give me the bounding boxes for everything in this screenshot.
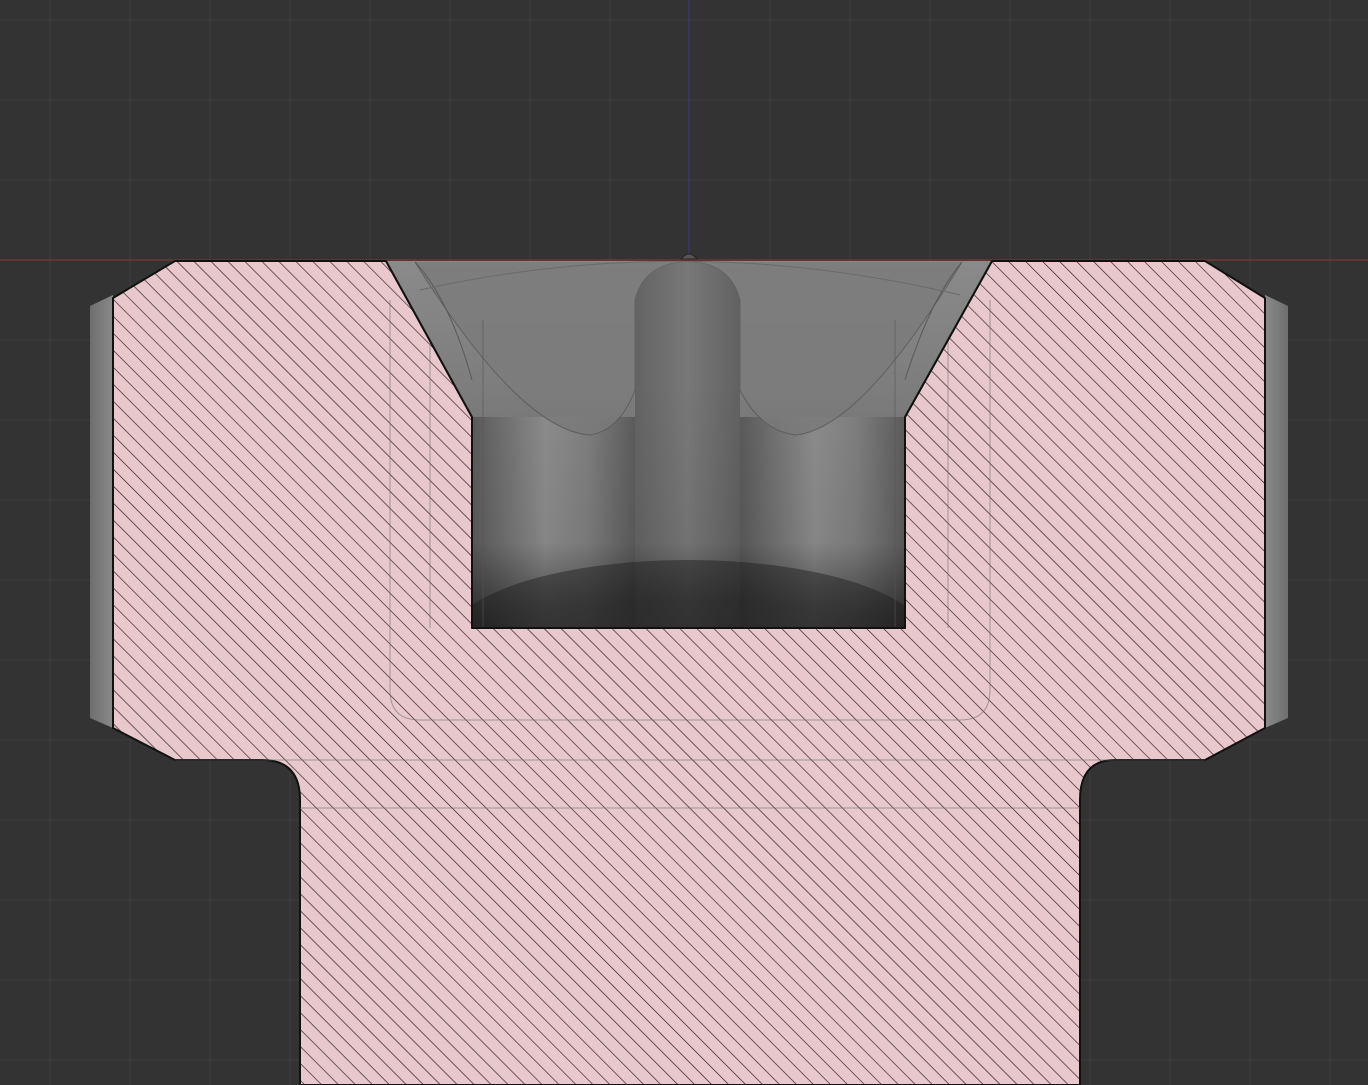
- head-rim-left: [90, 295, 113, 728]
- viewport-canvas[interactable]: [0, 0, 1368, 1085]
- head-rim-right: [1265, 295, 1288, 728]
- cad-viewport[interactable]: [0, 0, 1368, 1085]
- origin-marker: [679, 253, 699, 260]
